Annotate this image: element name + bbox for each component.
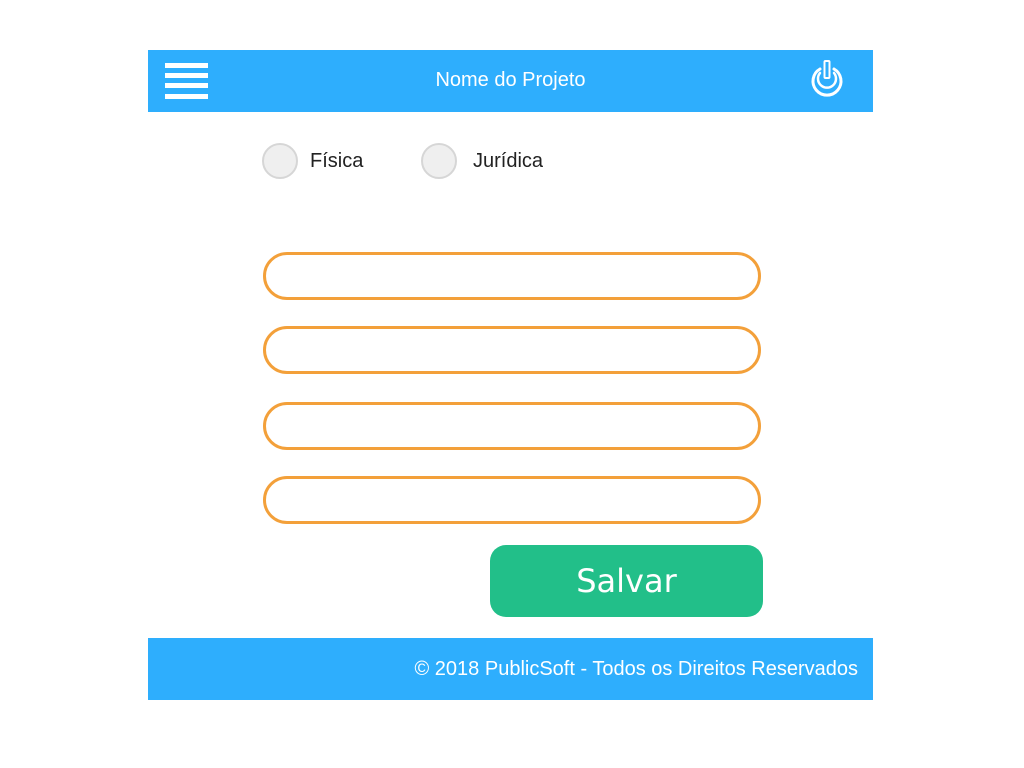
radio-juridica[interactable]: Jurídica	[421, 141, 543, 181]
form-field-1[interactable]	[263, 252, 761, 300]
footer-bar: © 2018 PublicSoft - Todos os Direitos Re…	[148, 638, 873, 700]
form-field-2[interactable]	[263, 326, 761, 374]
form-field-3[interactable]	[263, 402, 761, 450]
form-field-4[interactable]	[263, 476, 761, 524]
radio-button-juridica[interactable]	[421, 143, 457, 179]
radio-label-fisica: Física	[310, 149, 364, 172]
header-bar: Nome do Projeto	[148, 50, 873, 112]
radio-fisica[interactable]: Física	[262, 141, 363, 181]
radio-label-juridica: Jurídica	[473, 149, 544, 172]
power-icon[interactable]	[807, 60, 847, 100]
save-button[interactable]: Salvar	[490, 545, 763, 617]
project-title: Nome do Projeto	[435, 69, 586, 91]
radio-button-fisica[interactable]	[262, 143, 298, 179]
app-frame: Nome do Projeto Física Jurídica Salvar ©…	[148, 50, 873, 700]
copyright-text: © 2018 PublicSoft - Todos os Direitos Re…	[414, 658, 858, 680]
